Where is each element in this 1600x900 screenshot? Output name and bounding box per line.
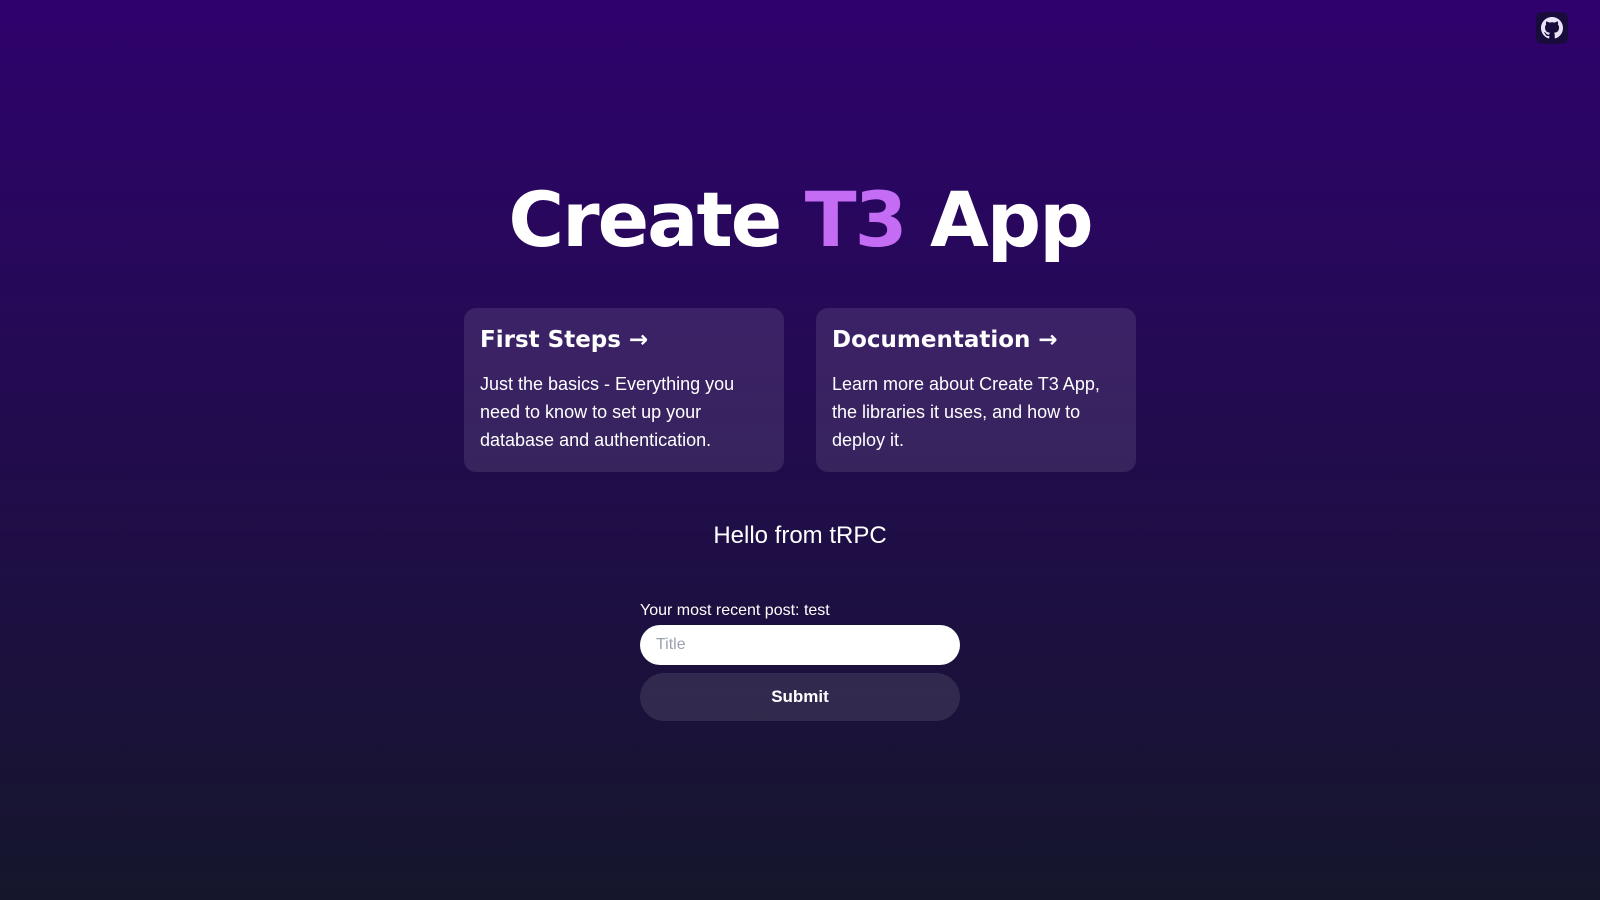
- card-title: Documentation →: [832, 327, 1058, 353]
- create-post-form: Your most recent post: test Submit: [640, 600, 960, 721]
- card-title: First Steps →: [480, 327, 649, 353]
- hero-title-part1: Create: [508, 175, 805, 264]
- hero-title-accent: T3: [804, 175, 908, 264]
- trpc-greeting: Hello from tRPC: [713, 522, 887, 549]
- card-description: Learn more about Create T3 App, the libr…: [832, 374, 1100, 450]
- documentation-card[interactable]: Documentation → Learn more about Create …: [816, 308, 1136, 472]
- link-cards: First Steps → Just the basics - Everythi…: [464, 308, 1136, 472]
- recent-post-label: Your most recent post: test: [640, 602, 830, 619]
- title-input[interactable]: [640, 625, 960, 665]
- card-description: Just the basics - Everything you need to…: [480, 374, 735, 450]
- submit-button[interactable]: Submit: [640, 673, 960, 721]
- first-steps-card[interactable]: First Steps → Just the basics - Everythi…: [464, 308, 784, 472]
- hero-title-part2: App: [905, 175, 1094, 264]
- main-content: Create T3 App First Steps → Just the bas…: [0, 0, 1600, 900]
- hero-title: Create T3 App: [0, 170, 1600, 270]
